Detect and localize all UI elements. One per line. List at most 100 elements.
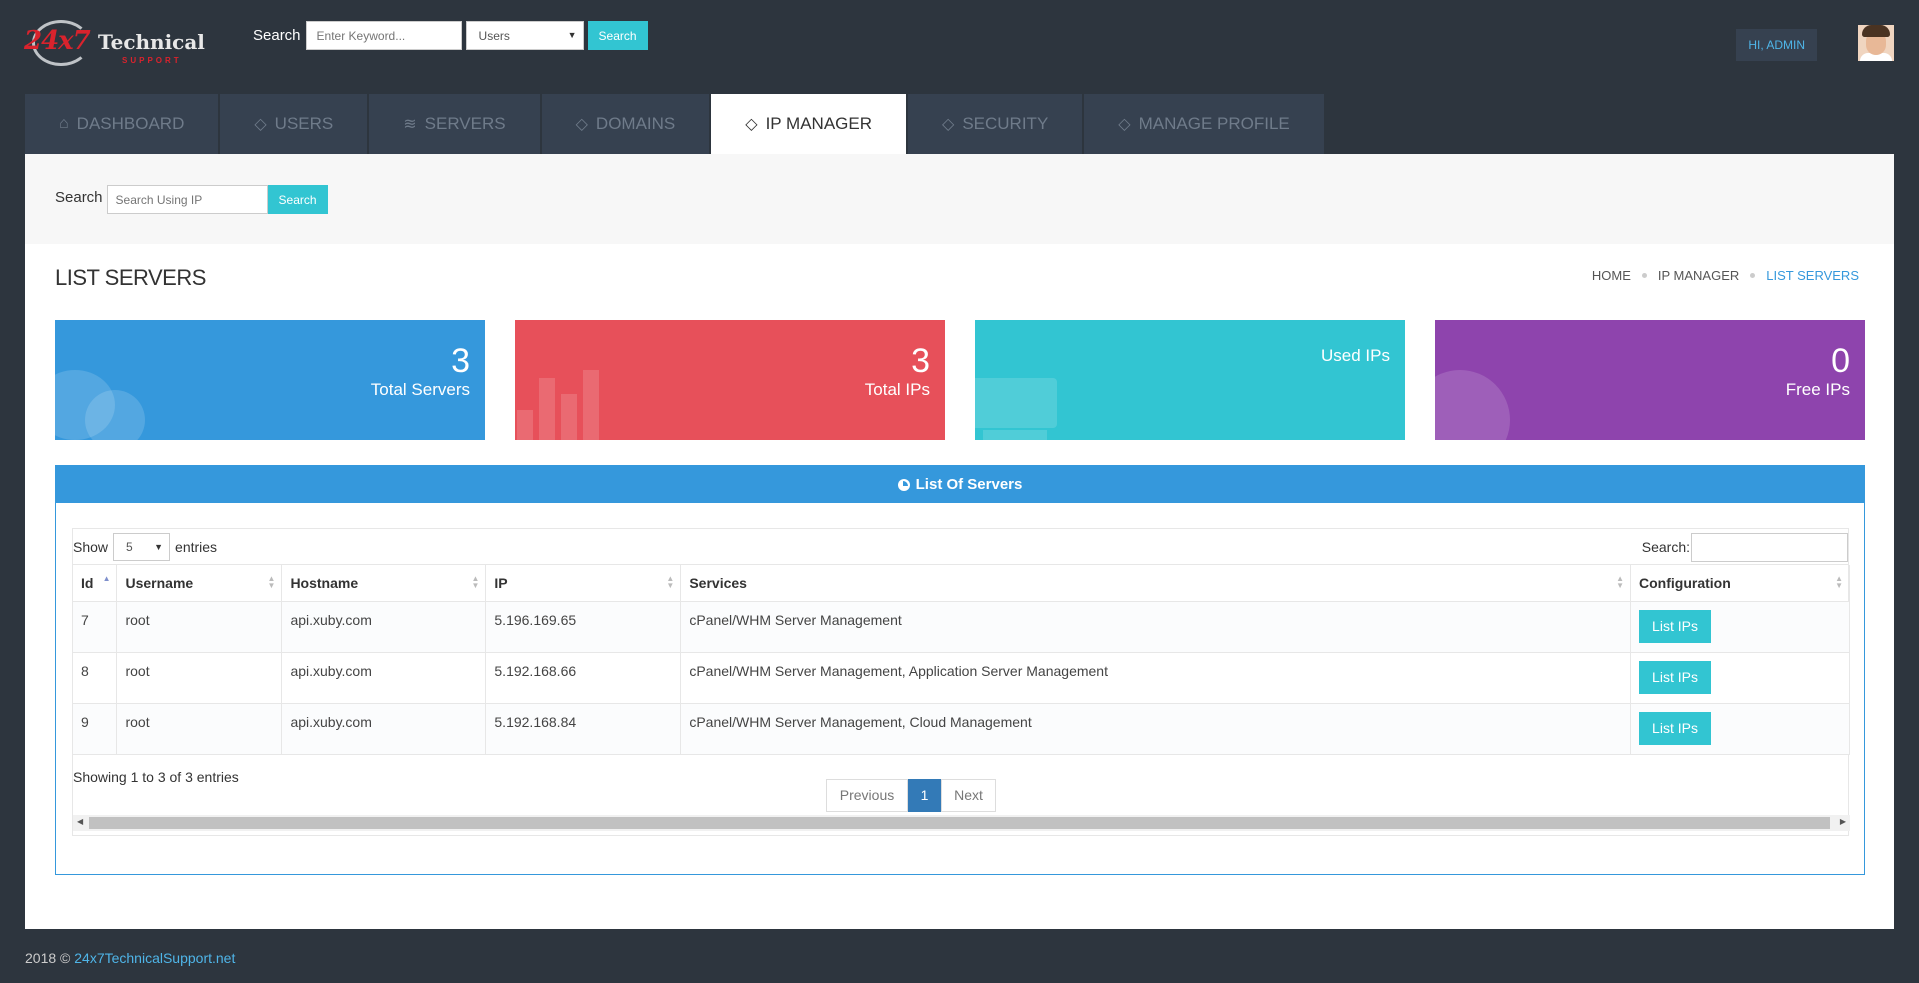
logo-number: 24x7 <box>24 26 91 56</box>
table-search-input[interactable] <box>1691 532 1848 562</box>
stat-label: Used IPs <box>1321 346 1390 365</box>
avatar-hair <box>1862 25 1890 37</box>
pagination-previous[interactable]: Previous <box>826 778 908 812</box>
footer: 2018 © 24x7TechnicalSupport.net <box>25 950 235 966</box>
cell-username: root <box>116 652 283 704</box>
cell-hostname: api.xuby.com <box>281 652 487 704</box>
user-menu[interactable]: HI, ADMIN <box>1736 29 1817 61</box>
servers-portlet: List Of Servers Show 5 ▼ entries Search: <box>55 465 1865 875</box>
tab-label: SERVERS <box>424 114 506 133</box>
column-label: Username <box>125 574 194 591</box>
tab-manage-profile[interactable]: ◇ MANAGE PROFILE <box>1084 94 1324 154</box>
column-header-id[interactable]: Id ▲ <box>73 565 118 602</box>
scrollbar-thumb[interactable] <box>89 816 1830 829</box>
breadcrumb-home[interactable]: HOME <box>1592 268 1631 283</box>
column-header-hostname[interactable]: Hostname ▲ ▼ <box>281 565 487 602</box>
table-row: 9 root api.xuby.com 5.192.168.84 cPanel/… <box>73 703 1850 755</box>
cell-id: 8 <box>73 652 118 704</box>
pagination-page[interactable]: 1 <box>908 778 941 812</box>
stat-free-ips[interactable]: 0 Free IPs <box>1435 320 1865 440</box>
table-search: Search: <box>1642 529 1848 565</box>
table-row: 8 root api.xuby.com 5.192.168.66 cPanel/… <box>73 652 1850 704</box>
stat-label: Total Servers <box>370 380 470 399</box>
caret-down-icon: ▼ <box>154 542 164 552</box>
cell-username: root <box>116 601 283 653</box>
ip-search-button[interactable]: Search <box>267 185 328 214</box>
ip-search-bar: Search Search <box>25 154 1894 244</box>
bar-chart-icon <box>517 410 533 440</box>
stat-total-servers[interactable]: 3 Total Servers <box>55 320 485 440</box>
page-title: LIST SERVERS <box>55 265 206 290</box>
tab-label: IP MANAGER <box>765 114 873 133</box>
page-length-select[interactable]: 5 ▼ <box>113 533 171 561</box>
tab-dashboard[interactable]: ⌂ DASHBOARD <box>25 94 219 154</box>
portlet-title: List Of Servers <box>56 466 1864 503</box>
portlet-title-text: List Of Servers <box>915 476 1023 493</box>
footer-copyright: 2018 © <box>25 950 71 966</box>
stat-used-ips[interactable]: Used IPs <box>975 320 1405 440</box>
tab-label: DASHBOARD <box>76 114 185 133</box>
show-label: Show <box>73 539 109 555</box>
stat-value: 0 <box>1831 342 1850 380</box>
tab-servers[interactable]: ≋ SERVERS <box>369 94 540 154</box>
search-scope-select[interactable]: Users ▼ <box>465 21 584 50</box>
bar-chart-icon-bar <box>539 378 555 440</box>
cell-services: cPanel/WHM Server Management <box>680 601 1631 653</box>
column-label: IP <box>494 574 508 591</box>
stat-label: Free IPs <box>1785 380 1850 399</box>
ip-search-input[interactable] <box>106 185 268 214</box>
servers-table: Id ▲ Username ▲ ▼ Hostname ▲ ▼ IP ▲ ▼ Services ▲… <box>73 565 1850 755</box>
ip-search-label: Search <box>55 189 103 206</box>
tag-icon: ◇ <box>575 116 588 133</box>
header-search-label: Search <box>253 27 301 44</box>
column-header-username[interactable]: Username ▲ ▼ <box>116 565 283 602</box>
bar-chart-icon-bar <box>583 370 599 440</box>
breadcrumb-ip-manager[interactable]: IP MANAGER <box>1658 268 1739 283</box>
cell-ip: 5.192.168.66 <box>485 652 682 704</box>
cell-services: cPanel/WHM Server Management, Applicatio… <box>680 652 1631 704</box>
scroll-right-icon[interactable]: ▶ <box>1840 817 1846 826</box>
tag-icon: ◇ <box>942 116 955 133</box>
datatable-footer: Showing 1 to 3 of 3 entries Previous 1 N… <box>73 755 1850 835</box>
table-header-row: Id ▲ Username ▲ ▼ Hostname ▲ ▼ IP ▲ ▼ Services ▲… <box>73 565 1850 602</box>
breadcrumb-separator <box>1750 273 1756 278</box>
tab-users[interactable]: ◇ USERS <box>220 94 368 154</box>
logo[interactable]: 24x7 Technical SUPPORT <box>24 20 205 68</box>
home-icon: ⌂ <box>59 115 69 132</box>
logo-text: Technical <box>98 30 205 54</box>
tab-label: SECURITY <box>962 114 1049 133</box>
ip-search: Search Search <box>55 185 328 214</box>
cell-configuration: List IPs <box>1630 703 1850 755</box>
stat-value: 3 <box>451 342 470 380</box>
table-row: 7 root api.xuby.com 5.196.169.65 cPanel/… <box>73 601 1850 653</box>
list-ips-button[interactable]: List IPs <box>1639 609 1711 643</box>
header-search-button[interactable]: Search <box>587 21 648 50</box>
stat-total-ips[interactable]: 3 Total IPs <box>515 320 945 440</box>
column-header-ip[interactable]: IP ▲ ▼ <box>485 565 682 602</box>
cell-hostname: api.xuby.com <box>281 601 487 653</box>
header-search-input[interactable] <box>305 21 462 50</box>
footer-link[interactable]: 24x7TechnicalSupport.net <box>74 950 235 966</box>
scroll-left-icon[interactable]: ◀ <box>77 817 83 826</box>
column-label: Hostname <box>290 574 359 591</box>
breadcrumb-current: LIST SERVERS <box>1766 268 1859 283</box>
avatar[interactable] <box>1858 25 1894 61</box>
sort-icon: ▲ ▼ <box>666 574 675 590</box>
list-ips-button[interactable]: List IPs <box>1639 660 1711 694</box>
column-header-configuration[interactable]: Configuration ▲ ▼ <box>1630 565 1850 602</box>
cell-hostname: api.xuby.com <box>281 703 487 755</box>
page-length-control: Show 5 ▼ entries <box>73 529 217 565</box>
search-scope-value: Users <box>478 28 510 43</box>
entries-label: entries <box>175 539 218 555</box>
sort-icon: ▲ ▼ <box>267 574 276 590</box>
list-ips-button[interactable]: List IPs <box>1639 711 1711 745</box>
horizontal-scrollbar[interactable]: ◀ ▶ <box>73 814 1850 831</box>
bar-chart-icon-bar <box>561 394 577 440</box>
pagination-next[interactable]: Next <box>941 778 996 812</box>
stat-label: Total IPs <box>864 380 930 399</box>
tab-domains[interactable]: ◇ DOMAINS <box>541 94 710 154</box>
cell-configuration: List IPs <box>1630 601 1850 653</box>
tab-ip-manager[interactable]: ◇ IP MANAGER <box>711 94 907 154</box>
column-header-services[interactable]: Services ▲ ▼ <box>680 565 1631 602</box>
tab-security[interactable]: ◇ SECURITY <box>908 94 1083 154</box>
